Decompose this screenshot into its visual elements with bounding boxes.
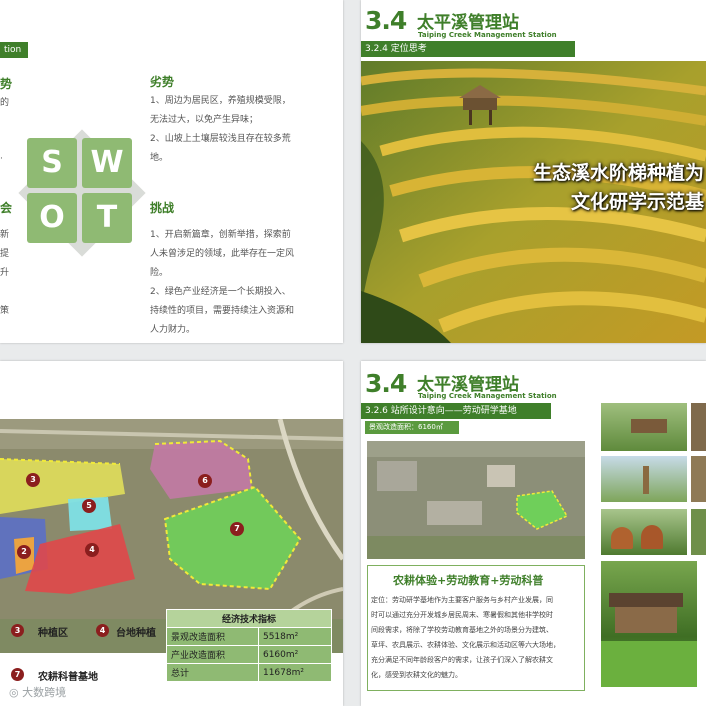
opportunity-text-fragment-4: 策: [0, 306, 10, 316]
table-row: 景观改造面积 5518m²: [166, 627, 333, 646]
slide-positioning[interactable]: 3.4 太平溪管理站 Taiping Creek Management Stat…: [361, 0, 706, 343]
table-cell-value: 11678m²: [257, 663, 333, 682]
reference-photo-7: [601, 561, 697, 687]
section-number: 3.4: [365, 6, 407, 35]
swot-s-tile: S: [27, 138, 77, 188]
table-cell-label: 景观改造面积: [166, 627, 259, 646]
watermark-text: 大数跨境: [22, 686, 67, 699]
table-cell-value: 5518m²: [257, 627, 333, 646]
hut-shape-2: [641, 525, 663, 549]
intent-line: 草坪、农具展示、农耕体验、文化展示和活动区等六大场地，: [371, 641, 560, 649]
lawn: [601, 641, 697, 687]
intent-line: 定位：劳动研学基地作为主要客户服务与乡村产业发展，同: [371, 596, 553, 604]
slide-labor-base[interactable]: 3.4 太平溪管理站 Taiping Creek Management Stat…: [361, 361, 706, 706]
rice-terrace-photo: 生态溪水阶梯种植为 文化研学示范基: [361, 61, 706, 343]
zone-marker-7: 7: [230, 522, 244, 536]
intent-box-title: 农耕体验+劳动教育+劳动科普: [393, 574, 544, 587]
threat-line: 险。: [150, 268, 169, 278]
economic-indicators-table: 经济技术指标 景观改造面积 5518m² 产业改造面积 6160m² 总计 11678…: [166, 609, 333, 682]
watermark-logo-icon: ◎: [9, 686, 23, 699]
slide-site-plan[interactable]: 3 6 5 2 4 7 经济技术指标 景观改造面积 5518m² 产业改造面积 61…: [0, 361, 343, 706]
gazebo-body: [615, 607, 677, 633]
gazebo-roof: [609, 593, 683, 607]
zone-marker-6: 6: [198, 474, 212, 488]
legend-label-3: 种植区: [38, 628, 68, 639]
reference-photo-4: [691, 456, 706, 502]
table-title: 经济技术指标: [166, 609, 332, 628]
strength-text-fragment-2: ·: [0, 154, 3, 164]
legend-label-7: 农耕科普基地: [38, 672, 98, 683]
intent-line: 化，感受到农耕文化的魅力。: [371, 671, 462, 679]
threat-line: 人力财力。: [150, 325, 196, 335]
table-cell-label: 产业改造面积: [166, 645, 259, 664]
section-title-en: Taiping Creek Management Station: [418, 392, 557, 400]
threat-text: 1、开启新篇章，创新举措，探索前 人未曾涉足的领域，此举存在一定风 险。 2、绿…: [150, 226, 340, 340]
opportunity-text-fragment-2: 提: [0, 249, 10, 259]
threat-line: 1、开启新篇章，创新举措，探索前: [150, 230, 291, 240]
reference-photo-1: [601, 403, 687, 451]
reference-photo-6: [691, 509, 706, 555]
swot-w-tile: W: [82, 138, 132, 188]
sculpture-shape: [643, 466, 649, 494]
intent-line: 时可以通过充分开发城乡居民周末、寒暑假和其他非学校时: [371, 611, 553, 619]
reference-photo-2: [691, 403, 706, 451]
section-title-en: Taiping Creek Management Station: [418, 31, 557, 39]
table-row: 产业改造面积 6160m²: [166, 645, 333, 664]
opportunity-text-fragment-1: 新: [0, 230, 10, 240]
weakness-heading: 劣势: [150, 75, 175, 89]
intent-line: 充分满足不同年龄段客户的需求，让孩子们深入了解农耕文: [371, 656, 553, 664]
legend-marker-7: 7: [11, 668, 24, 681]
photo-caption-line-1: 生态溪水阶梯种植为: [532, 162, 704, 184]
slide-swot[interactable]: tion 势 的 · 会 新 提 升 策 S W O T 劣势 1、周边为居民区…: [0, 0, 343, 343]
zone-marker-3: 3: [26, 473, 40, 487]
swot-o-tile: O: [27, 193, 77, 243]
legend-marker-3: 3: [11, 624, 24, 637]
zone-marker-4: 4: [85, 543, 99, 557]
threat-line: 人未曾涉足的领域，此举存在一定风: [150, 249, 295, 259]
section-number: 3.4: [365, 369, 407, 398]
legend-marker-4: 4: [96, 624, 109, 637]
weakness-line: 地。: [150, 153, 169, 163]
strength-heading-fragment: 势: [0, 77, 13, 91]
threat-line: 持续性的项目，需要持续注入资源和: [150, 306, 295, 316]
subsection-bar: 3.2.6 站所设计意向——劳动研学基地: [361, 403, 551, 419]
site-aerial-photo: [367, 441, 585, 559]
photo-caption-line-2: 文化研学示范基: [570, 191, 704, 213]
site-aerial-image: [367, 441, 585, 559]
section-bar: tion: [0, 42, 28, 58]
reference-photo-5: [601, 509, 687, 555]
watermark: ◎ 大数跨境: [9, 684, 66, 700]
swot-diagram: S W O T: [18, 129, 146, 257]
reference-photo-3: [601, 456, 687, 502]
weakness-line: 2、山坡上土壤层较浅且存在较多荒: [150, 134, 291, 144]
opportunity-text-fragment-3: 升: [0, 268, 10, 278]
area-badge: 景观改造面积：6160㎡: [365, 421, 459, 434]
table-cell-value: 6160m²: [257, 645, 333, 664]
zone-marker-2: 2: [17, 545, 31, 559]
opportunity-heading-fragment: 会: [0, 201, 13, 215]
weakness-text: 1、周边为居民区，养殖规模受限， 无法过大，以免产生异味； 2、山坡上土壤层较浅…: [150, 92, 340, 168]
weakness-line: 无法过大，以免产生异味；: [150, 115, 259, 125]
hut-shape-1: [611, 527, 633, 549]
pavilion-shape: [631, 419, 667, 433]
intent-line: 间段需求，将除了学校劳动教育基地之外的场景分为建筑、: [371, 626, 553, 634]
legend-label-4: 台地种植: [116, 628, 156, 639]
threat-heading: 挑战: [150, 201, 175, 215]
table-cell-label: 总计: [166, 663, 259, 682]
subsection-bar: 3.2.4 定位思考: [361, 41, 575, 57]
intent-box-text: 定位：劳动研学基地作为主要客户服务与乡村产业发展，同 时可以通过充分开发城乡居民…: [371, 593, 583, 683]
threat-line: 2、绿色产业经济是一个长期投入、: [150, 287, 291, 297]
swot-t-tile: T: [82, 193, 132, 243]
zone-marker-5: 5: [82, 499, 96, 513]
weakness-line: 1、周边为居民区，养殖规模受限，: [150, 96, 291, 106]
strength-text-fragment: 的: [0, 98, 10, 108]
section-title: 太平溪管理站: [417, 13, 519, 33]
table-row: 总计 11678m²: [166, 663, 333, 682]
